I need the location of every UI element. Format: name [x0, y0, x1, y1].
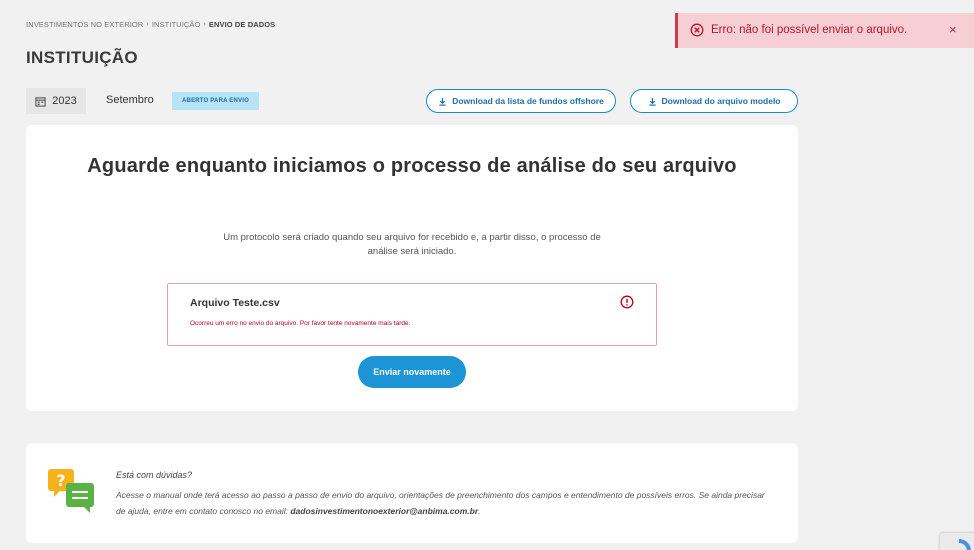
year-value: 2023	[52, 95, 77, 107]
recaptcha-badge[interactable]	[940, 533, 974, 550]
svg-text:?: ?	[56, 471, 65, 490]
error-circle-icon	[690, 23, 704, 37]
breadcrumb-item-investimentos[interactable]: INVESTIMENTOS NO EXTERIOR	[26, 20, 143, 29]
breadcrumb: INVESTIMENTOS NO EXTERIOR › INSTITUIÇÃO …	[26, 20, 275, 29]
month-label: Setembro	[106, 94, 154, 106]
download-offshore-label: Download da lista de fundos offshore	[452, 96, 604, 106]
breadcrumb-separator: ›	[146, 21, 149, 28]
help-text-suffix: .	[478, 506, 481, 516]
download-icon	[439, 97, 446, 106]
chat-bubbles-icon: ?	[48, 469, 94, 513]
upload-status-card: Aguarde enquanto iniciamos o processo de…	[26, 125, 798, 411]
file-error-box: Arquivo Teste.csv Ocorreu um erro no env…	[167, 283, 657, 346]
file-name: Arquivo Teste.csv	[190, 297, 280, 309]
alert-circle-icon	[620, 295, 634, 309]
resend-button[interactable]: Enviar novamente	[358, 356, 466, 388]
toolbar: 2023 Setembro ABERTO PARA ENVIO Download…	[26, 88, 798, 114]
year-selector[interactable]: 2023	[26, 88, 86, 114]
breadcrumb-item-envio: ENVIO DE DADOS	[208, 20, 276, 29]
main-title: Aguarde enquanto iniciamos o processo de…	[87, 155, 737, 177]
download-icon	[648, 97, 656, 106]
page-title: INSTITUIÇÃO	[26, 48, 138, 67]
breadcrumb-separator: ›	[203, 21, 206, 28]
error-toast: Erro: não foi possível enviar o arquivo.…	[675, 13, 974, 48]
toast-message: Erro: não foi possível enviar o arquivo.	[711, 24, 908, 36]
calendar-icon	[35, 96, 46, 107]
recaptcha-icon	[958, 539, 971, 550]
file-error-message: Ocorreu um erro no envio do arquivo. Por…	[190, 320, 411, 327]
toast-close-button[interactable]: ×	[949, 23, 957, 37]
help-text: Acesse o manual onde terá acesso ao pass…	[116, 487, 766, 519]
help-card: ? Está com dúvidas? Acesse o manual onde…	[26, 443, 798, 543]
help-title: Está com dúvidas?	[116, 470, 193, 480]
breadcrumb-item-instituicao[interactable]: INSTITUIÇÃO	[152, 20, 201, 29]
download-model-label: Download do arquivo modelo	[661, 96, 781, 106]
help-email-link[interactable]: dadosinvestimentonoexterior@anbima.com.b…	[290, 506, 478, 516]
status-badge: ABERTO PARA ENVIO	[172, 92, 259, 110]
download-offshore-button[interactable]: Download da lista de fundos offshore	[426, 89, 616, 113]
main-subtitle: Um protocolo será criado quando seu arqu…	[223, 232, 601, 257]
download-model-button[interactable]: Download do arquivo modelo	[630, 89, 798, 113]
